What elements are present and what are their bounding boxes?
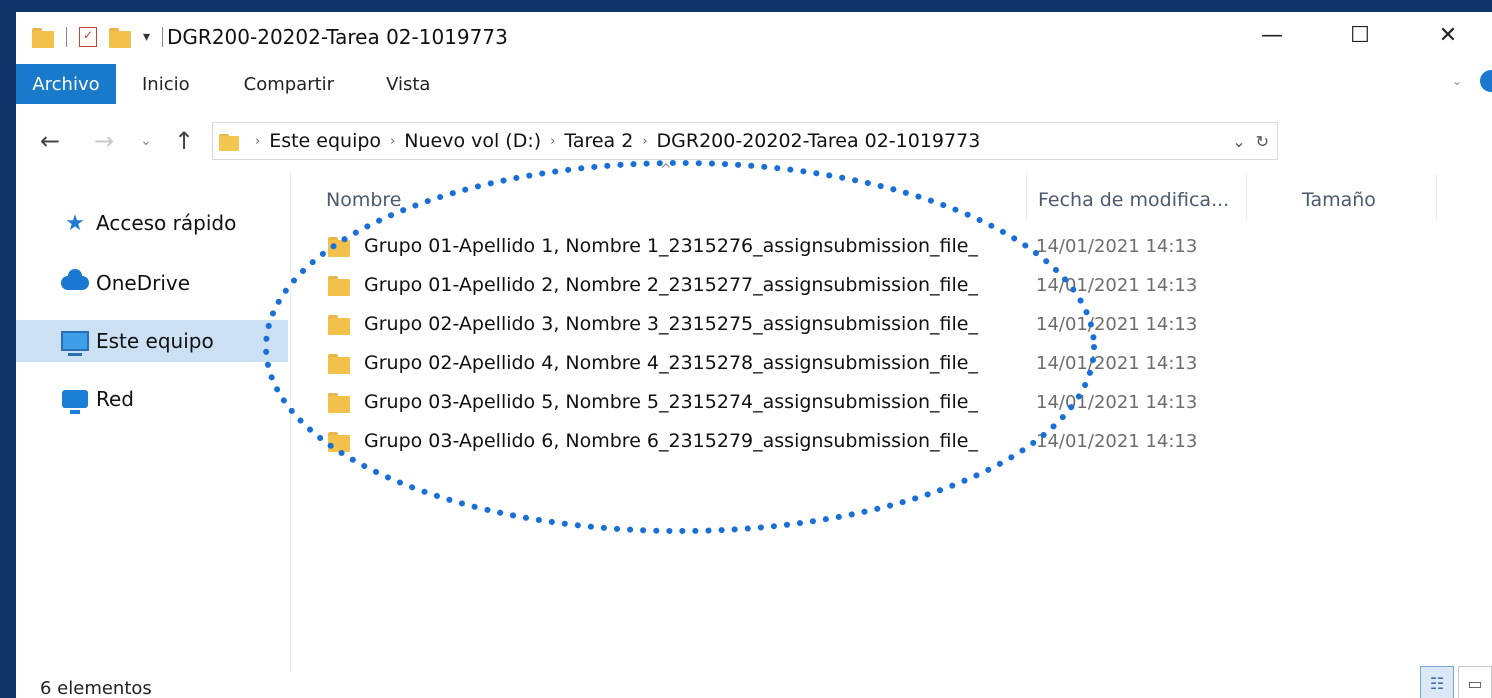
- navigation-pane: ★ Acceso rápido OneDrive Este equipo Red: [16, 176, 288, 666]
- folder-icon: [328, 313, 350, 335]
- address-history-dropdown-icon[interactable]: ⌄: [1232, 132, 1245, 151]
- file-row[interactable]: Grupo 02-Apellido 4, Nombre 4_2315278_as…: [328, 345, 1468, 381]
- file-row[interactable]: Grupo 03-Apellido 5, Nombre 5_2315274_as…: [328, 384, 1468, 420]
- column-header-date[interactable]: Fecha de modifica...: [1038, 180, 1258, 220]
- sort-ascending-icon: ^: [660, 162, 672, 178]
- network-icon: [60, 390, 90, 414]
- view-switcher: ☷ ▭: [1420, 666, 1492, 698]
- file-date: 14/01/2021 14:13: [1036, 391, 1198, 413]
- sidebar-item-label: Red: [96, 387, 134, 411]
- address-bar-actions: ⌄ ↻: [1232, 123, 1269, 159]
- refresh-icon[interactable]: ↻: [1256, 132, 1269, 151]
- breadcrumb-nuevo-vol[interactable]: Nuevo vol (D:): [404, 130, 541, 152]
- expand-ribbon-chevron-icon[interactable]: ⌄: [1452, 74, 1462, 88]
- details-view-button[interactable]: ☷: [1420, 666, 1454, 698]
- breadcrumb-separator[interactable]: ›: [390, 134, 395, 149]
- breadcrumb-tarea-2[interactable]: Tarea 2: [564, 130, 633, 152]
- breadcrumb-este-equipo[interactable]: Este equipo: [269, 130, 381, 152]
- sidebar-item-label: Este equipo: [96, 329, 214, 353]
- tab-inicio[interactable]: Inicio: [126, 64, 206, 104]
- ribbon-tabs: Archivo Inicio Compartir Vista ⌄: [16, 64, 1492, 104]
- up-button[interactable]: ↑: [170, 118, 198, 164]
- column-divider[interactable]: [1436, 174, 1437, 220]
- column-header-size[interactable]: Tamaño: [1302, 180, 1442, 220]
- column-divider[interactable]: [1246, 174, 1247, 220]
- maximize-button[interactable]: ☐: [1316, 12, 1404, 58]
- file-row[interactable]: Grupo 01-Apellido 2, Nombre 2_2315277_as…: [328, 267, 1468, 303]
- file-explorer-window: ▾ DGR200-20202-Tarea 02-1019773 — ☐ ✕ Ar…: [16, 12, 1492, 698]
- file-date: 14/01/2021 14:13: [1036, 235, 1198, 257]
- column-divider[interactable]: [1026, 174, 1027, 220]
- file-date: 14/01/2021 14:13: [1036, 430, 1198, 452]
- file-date: 14/01/2021 14:13: [1036, 274, 1198, 296]
- column-header-label: Tamaño: [1302, 189, 1376, 211]
- breadcrumb-separator[interactable]: ›: [550, 134, 555, 149]
- breadcrumb-separator[interactable]: ›: [255, 134, 260, 149]
- properties-icon[interactable]: [79, 27, 97, 47]
- file-name: Grupo 03-Apellido 6, Nombre 6_2315279_as…: [364, 430, 978, 452]
- sidebar-item-este-equipo[interactable]: Este equipo: [16, 320, 288, 362]
- customize-toolbar-dropdown-icon[interactable]: ▾: [143, 29, 150, 45]
- file-row[interactable]: Grupo 03-Apellido 6, Nombre 6_2315279_as…: [328, 423, 1468, 459]
- navigation-bar: ← → ⌄ ↑ › Este equipo › Nuevo vol (D:) ›…: [16, 118, 1492, 164]
- sidebar-item-label: Acceso rápido: [96, 211, 237, 235]
- toolbar-separator: [162, 27, 164, 47]
- recent-locations-button[interactable]: ⌄: [136, 118, 156, 164]
- file-name: Grupo 03-Apellido 5, Nombre 5_2315274_as…: [364, 391, 978, 413]
- address-bar[interactable]: › Este equipo › Nuevo vol (D:) › Tarea 2…: [212, 122, 1278, 160]
- help-icon[interactable]: [1480, 70, 1492, 92]
- minimize-button[interactable]: —: [1228, 12, 1316, 58]
- cloud-icon: [60, 269, 90, 290]
- tab-compartir[interactable]: Compartir: [228, 64, 350, 104]
- new-folder-icon[interactable]: [109, 26, 131, 48]
- file-row[interactable]: Grupo 02-Apellido 3, Nombre 3_2315275_as…: [328, 306, 1468, 342]
- star-icon: ★: [65, 210, 85, 236]
- forward-button[interactable]: →: [90, 118, 118, 164]
- folder-icon: [328, 352, 350, 374]
- window-controls: — ☐ ✕: [1228, 12, 1492, 58]
- large-icons-view-button[interactable]: ▭: [1458, 666, 1492, 698]
- file-row[interactable]: Grupo 01-Apellido 1, Nombre 1_2315276_as…: [328, 228, 1468, 264]
- computer-icon: [60, 331, 90, 356]
- folder-icon: [328, 391, 350, 413]
- sidebar-item-onedrive[interactable]: OneDrive: [16, 262, 288, 304]
- sidebar-item-label: OneDrive: [96, 271, 191, 295]
- toolbar-separator: [66, 27, 67, 47]
- folder-icon: [32, 26, 54, 48]
- sidebar-item-red[interactable]: Red: [16, 378, 288, 420]
- title-bar: ▾ DGR200-20202-Tarea 02-1019773 — ☐ ✕: [16, 12, 1492, 62]
- back-button[interactable]: ←: [36, 118, 64, 164]
- close-button[interactable]: ✕: [1404, 12, 1492, 58]
- breadcrumb-separator[interactable]: ›: [642, 134, 647, 149]
- window-title: DGR200-20202-Tarea 02-1019773: [167, 25, 508, 49]
- folder-icon: [328, 274, 350, 296]
- folder-icon: [328, 430, 350, 452]
- column-header-label: Fecha de modifica...: [1038, 189, 1230, 211]
- status-item-count: 6 elementos: [40, 678, 152, 698]
- tab-vista[interactable]: Vista: [370, 64, 446, 104]
- column-header-label: Nombre: [326, 189, 402, 211]
- pane-divider[interactable]: [290, 172, 291, 672]
- ribbon-right-controls: ⌄: [1452, 70, 1492, 92]
- file-name: Grupo 02-Apellido 4, Nombre 4_2315278_as…: [364, 352, 978, 374]
- column-header-name[interactable]: Nombre: [326, 180, 1026, 220]
- quick-access-toolbar: ▾: [16, 26, 164, 48]
- file-date: 14/01/2021 14:13: [1036, 352, 1198, 374]
- folder-icon: [219, 132, 239, 151]
- folder-icon: [328, 235, 350, 257]
- breadcrumb-current-folder[interactable]: DGR200-20202-Tarea 02-1019773: [657, 130, 981, 152]
- tab-archivo[interactable]: Archivo: [16, 64, 116, 104]
- file-name: Grupo 01-Apellido 1, Nombre 1_2315276_as…: [364, 235, 978, 257]
- file-name: Grupo 02-Apellido 3, Nombre 3_2315275_as…: [364, 313, 978, 335]
- file-date: 14/01/2021 14:13: [1036, 313, 1198, 335]
- sidebar-item-acceso-rapido[interactable]: ★ Acceso rápido: [16, 202, 288, 244]
- file-name: Grupo 01-Apellido 2, Nombre 2_2315277_as…: [364, 274, 978, 296]
